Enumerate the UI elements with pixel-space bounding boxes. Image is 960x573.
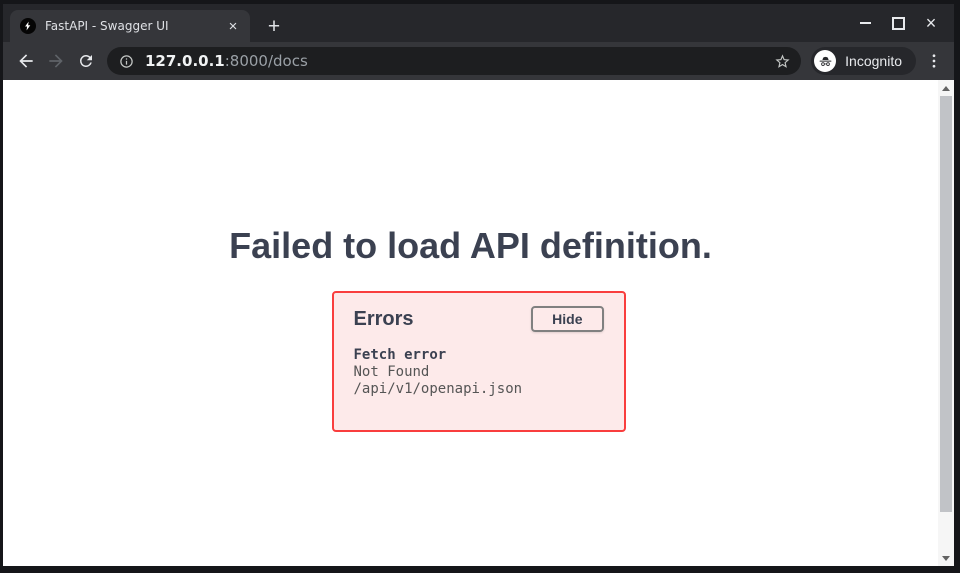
window-close-button[interactable]: × [921,13,941,33]
failed-load-heading: Failed to load API definition. [3,80,954,267]
errors-panel-header: Errors Hide [354,305,604,333]
fastapi-favicon-icon [20,18,36,34]
forward-button[interactable] [41,46,71,76]
error-message: Not Found /api/v1/openapi.json [354,364,604,398]
scrollbar-down-button[interactable] [938,550,954,566]
vertical-scrollbar [938,80,954,566]
incognito-icon [818,54,833,69]
maximize-icon [892,17,905,30]
url-text: 127.0.0.1:8000/docs [145,52,308,70]
back-arrow-icon [16,51,36,71]
page-content: Failed to load API definition. Errors Hi… [3,80,954,566]
tab-strip: FastAPI - Swagger UI × + × [3,4,954,42]
error-source: Fetch error [354,347,604,364]
browser-menu-button[interactable] [920,47,948,75]
scroll-up-icon [942,86,950,91]
tab-close-icon[interactable]: × [224,17,242,35]
tab-fastapi-swagger[interactable]: FastAPI - Swagger UI × [10,10,250,42]
minimize-icon [860,22,871,24]
browser-window: FastAPI - Swagger UI × + × [0,0,960,573]
incognito-label: Incognito [845,53,902,69]
url-host: 127.0.0.1 [145,52,225,70]
new-tab-button[interactable]: + [260,12,288,40]
address-bar[interactable]: 127.0.0.1:8000/docs [107,47,801,75]
browser-toolbar: 127.0.0.1:8000/docs Incognito [3,42,954,80]
forward-arrow-icon [46,51,66,71]
site-info-icon[interactable] [119,54,134,69]
errors-panel: Errors Hide Fetch error Not Found /api/v… [332,291,626,432]
back-button[interactable] [11,46,41,76]
window-close-icon: × [926,14,937,32]
scrollbar-up-button[interactable] [938,80,954,96]
incognito-badge: Incognito [811,47,916,75]
bookmark-button[interactable] [774,53,791,70]
scroll-down-icon [942,556,950,561]
minimize-button[interactable] [855,13,875,33]
url-path: :8000/docs [225,52,308,70]
hide-errors-button[interactable]: Hide [531,306,603,332]
reload-icon [77,52,95,70]
scrollbar-thumb[interactable] [940,96,952,512]
errors-title: Errors [354,305,414,333]
reload-button[interactable] [71,46,101,76]
window-controls: × [855,4,954,42]
tab-title: FastAPI - Swagger UI [45,19,224,33]
error-item: Fetch error Not Found /api/v1/openapi.js… [354,347,604,398]
bookmark-star-icon [774,53,791,70]
three-dot-menu-icon [925,52,943,70]
incognito-avatar [814,50,836,72]
maximize-button[interactable] [888,13,908,33]
